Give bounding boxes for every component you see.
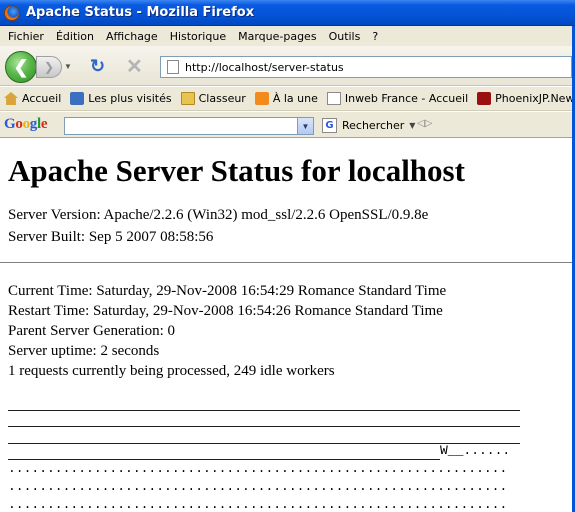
restart-time: Restart Time: Saturday, 29-Nov-2008 16:5…	[8, 303, 443, 319]
bookmark-a-la-une[interactable]: À la une	[254, 92, 318, 105]
rss-icon	[254, 92, 269, 105]
parent-generation: Parent Server Generation: 0	[8, 323, 176, 339]
reload-button[interactable]: ↻	[90, 56, 105, 77]
bookmark-label: À la une	[272, 92, 318, 105]
scoreboard-idle: ........................................…	[8, 479, 508, 494]
bookmark-label: Inweb France - Accueil	[344, 92, 469, 105]
scoreboard-row	[8, 426, 520, 427]
scoreboard-workers: W__......	[440, 443, 511, 458]
google-search-button[interactable]: G Rechercher ▼	[322, 118, 415, 133]
phoenixjp-icon	[477, 92, 492, 105]
bookmark-phoenixjp[interactable]: PhoenixJP.News le po...	[477, 92, 575, 105]
bookmark-most-visited[interactable]: Les plus visités	[70, 92, 172, 105]
request-summary: 1 requests currently being processed, 24…	[8, 363, 335, 379]
address-bar[interactable]: http://localhost/server-status	[160, 56, 572, 78]
page-content: Apache Server Status for localhost Serve…	[0, 139, 575, 512]
google-toolbar: Google ▼ G Rechercher ▼ ◁▷	[0, 112, 575, 138]
bookmarks-toolbar: Accueil Les plus visités Classeur À la u…	[0, 87, 575, 111]
firefox-logo-icon	[4, 4, 20, 21]
menu-affichage[interactable]: Affichage	[102, 28, 164, 45]
menu-historique[interactable]: Historique	[166, 28, 232, 45]
server-version: Server Version: Apache/2.2.6 (Win32) mod…	[8, 207, 429, 223]
google-search-input[interactable]: ▼	[64, 117, 314, 135]
menu-edition[interactable]: Édition	[52, 28, 100, 45]
chevron-down-icon[interactable]: ▼	[297, 118, 313, 134]
window-title: Apache Status - Mozilla Firefox	[26, 5, 255, 20]
toolbar-grip-icon[interactable]: ◁▷	[417, 118, 432, 129]
page-icon	[167, 60, 179, 74]
scoreboard-row	[8, 410, 520, 411]
scoreboard-row	[8, 459, 440, 460]
scoreboard-idle: ........................................…	[8, 497, 508, 512]
most-visited-icon	[70, 92, 85, 105]
page-title: Apache Server Status for localhost	[8, 153, 465, 188]
bookmark-label: Les plus visités	[88, 92, 172, 105]
stop-button[interactable]: ✕	[126, 54, 143, 79]
bookmark-label: PhoenixJP.News le po...	[495, 92, 575, 105]
dropdown-arrow-icon[interactable]: ▼	[409, 121, 415, 130]
navigation-toolbar: ❮ ❯ ▼ ↻ ✕ http://localhost/server-status	[0, 46, 575, 86]
menu-marque-pages[interactable]: Marque-pages	[234, 28, 322, 45]
divider	[0, 262, 573, 263]
bookmark-label: Accueil	[22, 92, 62, 105]
current-time: Current Time: Saturday, 29-Nov-2008 16:5…	[8, 283, 447, 299]
forward-button[interactable]: ❯	[36, 56, 62, 78]
menu-bar: Fichier Édition Affichage Historique Mar…	[0, 26, 575, 46]
bookmark-classeur[interactable]: Classeur	[180, 92, 246, 105]
scoreboard-idle: ........................................…	[8, 461, 508, 476]
bookmark-inweb[interactable]: Inweb France - Accueil	[326, 92, 469, 105]
menu-fichier[interactable]: Fichier	[4, 28, 50, 45]
history-dropdown-icon[interactable]: ▼	[64, 62, 72, 71]
server-uptime: Server uptime: 2 seconds	[8, 343, 160, 359]
google-g-icon: G	[322, 118, 337, 133]
bookmark-label: Classeur	[198, 92, 246, 105]
server-built: Server Built: Sep 5 2007 08:58:56	[8, 229, 214, 245]
back-button[interactable]: ❮	[5, 51, 37, 83]
menu-outils[interactable]: Outils	[325, 28, 367, 45]
google-logo[interactable]: Google	[4, 116, 48, 133]
menu-help[interactable]: ?	[368, 28, 384, 45]
url-text[interactable]: http://localhost/server-status	[185, 61, 344, 74]
window-titlebar[interactable]: Apache Status - Mozilla Firefox	[0, 0, 575, 26]
bookmark-accueil[interactable]: Accueil	[4, 92, 61, 105]
home-icon	[4, 92, 18, 105]
search-button-label: Rechercher	[342, 119, 405, 132]
folder-icon	[180, 92, 195, 105]
page-icon	[326, 92, 341, 105]
